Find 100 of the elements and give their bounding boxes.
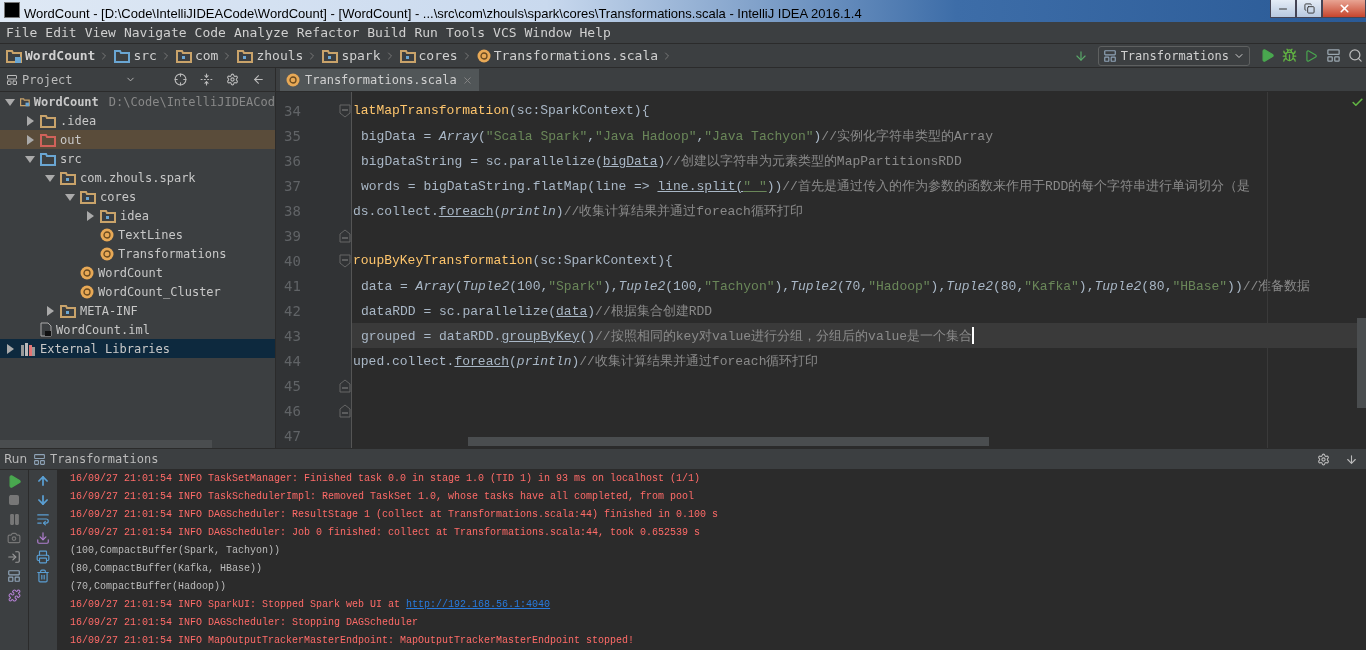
close-icon[interactable] — [461, 74, 473, 86]
panel-title: Run — [4, 452, 27, 466]
collapsed-arrow-icon[interactable] — [25, 134, 35, 145]
fold-marker-icon[interactable] — [339, 253, 351, 268]
expanded-arrow-icon[interactable] — [25, 153, 35, 164]
package-folder-icon — [100, 208, 116, 223]
code-line: ds.collect.foreach(println)//收集计算结果并通过foreach循环打印 — [353, 202, 803, 220]
library-icon — [20, 341, 36, 356]
console-line: (70,CompactBuffer(Hadoop)) — [70, 580, 228, 594]
collapsed-arrow-icon[interactable] — [5, 343, 15, 354]
console-line: 16/09/27 21:01:54 INFO DAGScheduler: ResultStage 1 (collect at Transformations.scala:44) finished in 0.100 s — [70, 508, 720, 522]
tree-item[interactable]: com.zhouls.spark — [0, 168, 275, 187]
class-icon — [80, 284, 94, 299]
package-folder-icon — [80, 189, 96, 204]
minimize-button[interactable] — [1270, 0, 1296, 18]
tree-item[interactable]: src — [0, 149, 275, 168]
run-tab[interactable]: Transformations — [33, 452, 159, 466]
run-configuration-dropdown[interactable]: Transformations — [1097, 45, 1250, 66]
package-folder-icon — [60, 170, 76, 185]
menu-item[interactable]: Edit — [41, 25, 81, 40]
editor-tab[interactable]: Transformations.scala — [280, 69, 479, 91]
fold-marker-icon[interactable] — [339, 103, 351, 118]
package-folder-icon — [237, 48, 254, 63]
tree-item[interactable]: WordCount D:\Code\IntelliJIDEACod — [0, 92, 275, 111]
tree-item[interactable]: .idea — [0, 111, 275, 130]
window-icon — [6, 73, 18, 86]
code-line: bigData = Array("Scala Spark","Java Hadoop","Java Tachyon")//实例化字符串类型的Array — [361, 127, 993, 145]
expanded-arrow-icon[interactable] — [5, 96, 15, 107]
menu-item[interactable]: Window — [520, 25, 576, 40]
class-icon — [100, 246, 114, 261]
tree-item[interactable]: TextLines — [0, 225, 275, 244]
folder-icon — [40, 151, 56, 166]
fold-marker-icon[interactable] — [339, 378, 351, 393]
restore-button[interactable] — [1296, 0, 1322, 18]
package-folder-icon — [175, 48, 192, 63]
tree-item[interactable]: External Libraries — [0, 339, 275, 358]
class-icon — [476, 48, 491, 63]
restore-icon — [1303, 3, 1315, 14]
breadcrumb-item[interactable]: spark — [322, 48, 400, 63]
collapsed-arrow-icon[interactable] — [45, 305, 55, 316]
expanded-arrow-icon[interactable] — [45, 172, 55, 183]
module-path: D:\Code\IntelliJIDEACod — [108, 94, 275, 109]
expanded-arrow-icon[interactable] — [65, 191, 75, 202]
tree-item[interactable]: WordCount_Cluster — [0, 282, 275, 301]
collapsed-arrow-icon[interactable] — [25, 115, 35, 126]
breadcrumb-item[interactable]: cores — [399, 48, 477, 63]
console-line: 16/09/27 21:01:54 INFO SparkUI: Stopped Spark web UI at http://192.168.56.1:4040 — [70, 598, 552, 612]
menu-item[interactable]: Refactor — [292, 25, 364, 40]
folder-icon — [114, 48, 131, 63]
class-icon — [80, 265, 94, 280]
console-line: 16/09/27 21:01:54 INFO TaskSetManager: Finished task 0.0 in stage 1.0 (TID 1) in 93 ms on localhost (1/1) — [70, 472, 702, 486]
folder-icon — [40, 132, 56, 147]
check-icon — [1351, 96, 1364, 109]
class-icon — [286, 73, 300, 87]
tree-item[interactable]: WordCount — [0, 263, 275, 282]
scrollbar[interactable] — [1357, 318, 1366, 408]
breadcrumb-item[interactable]: Transformations.scala — [476, 48, 678, 63]
menu-item[interactable]: View — [80, 25, 120, 40]
package-folder-icon — [322, 48, 339, 63]
menu-item[interactable]: Build — [363, 25, 411, 40]
menu-item[interactable]: VCS — [489, 25, 521, 40]
console-line: 16/09/27 21:01:54 INFO MapOutputTrackerMasterEndpoint: MapOutputTrackerMasterEndpoint stopped! — [70, 634, 636, 648]
menu-item[interactable]: Code — [190, 25, 230, 40]
project-view-dropdown[interactable]: Project — [6, 72, 136, 87]
breadcrumb-item[interactable]: src — [114, 48, 176, 63]
console-link[interactable]: http://192.168.56.1:4040 — [406, 599, 551, 610]
collapsed-arrow-icon[interactable] — [85, 210, 95, 221]
menu-item[interactable]: Tools — [441, 25, 490, 40]
close-button[interactable] — [1322, 0, 1366, 18]
class-icon — [100, 227, 114, 242]
code-line: uped.collect.foreach(println)//收集计算结果并通过foreach循环打印 — [353, 352, 819, 370]
tree-item[interactable]: WordCount.iml — [0, 320, 275, 339]
menu-item[interactable]: Help — [575, 25, 615, 40]
close-icon — [1337, 2, 1351, 15]
file-icon — [40, 322, 52, 337]
tree-item[interactable]: out — [0, 130, 275, 149]
code-line: words = bigDataString.flatMap(line => line.split(" "))//首先是通过传入的作为参数的函数来作用于RDD的每个字符串进行单词切分（是 — [361, 177, 1251, 195]
tree-item[interactable]: Transformations — [0, 244, 275, 263]
tree-item[interactable]: cores — [0, 187, 275, 206]
menu-item[interactable]: File — [2, 25, 42, 40]
package-folder-icon — [399, 48, 416, 63]
menu-item[interactable]: Analyze — [229, 25, 293, 40]
menu-item[interactable]: Navigate — [119, 25, 191, 40]
window-title: WordCount - [D:\Code\IntelliJIDEACode\WordCount] - [WordCount] - ...\src\com\zhouls\spark\cores\Transformations.scala - IntelliJ IDEA 2016.1.4 — [4, 1, 862, 21]
fold-marker-icon[interactable] — [339, 228, 351, 243]
menu-item[interactable]: Run — [410, 25, 442, 40]
console-line: 16/09/27 21:01:54 INFO TaskSchedulerImpl: Removed TaskSet 1.0, whose tasks have all completed, from pool — [70, 490, 696, 504]
console-line: 16/09/27 21:01:54 INFO DAGScheduler: Stopping DAGScheduler — [70, 616, 420, 630]
scrollbar[interactable] — [468, 437, 989, 446]
tree-item[interactable]: META-INF — [0, 301, 275, 320]
breadcrumb-item[interactable]: zhouls — [237, 48, 323, 63]
app-icon — [4, 1, 20, 18]
code-line: latMapTransformation(sc:SparkContext){ — [353, 103, 650, 118]
package-folder-icon — [60, 303, 76, 318]
code-line: dataRDD = sc.parallelize(data)//根据集合创建RDD — [361, 302, 713, 320]
breadcrumb-item[interactable]: WordCount — [6, 48, 115, 63]
fold-marker-icon[interactable] — [339, 403, 351, 418]
scrollbar[interactable] — [0, 440, 212, 448]
tree-item[interactable]: idea — [0, 206, 275, 225]
breadcrumb-item[interactable]: com — [175, 48, 238, 63]
